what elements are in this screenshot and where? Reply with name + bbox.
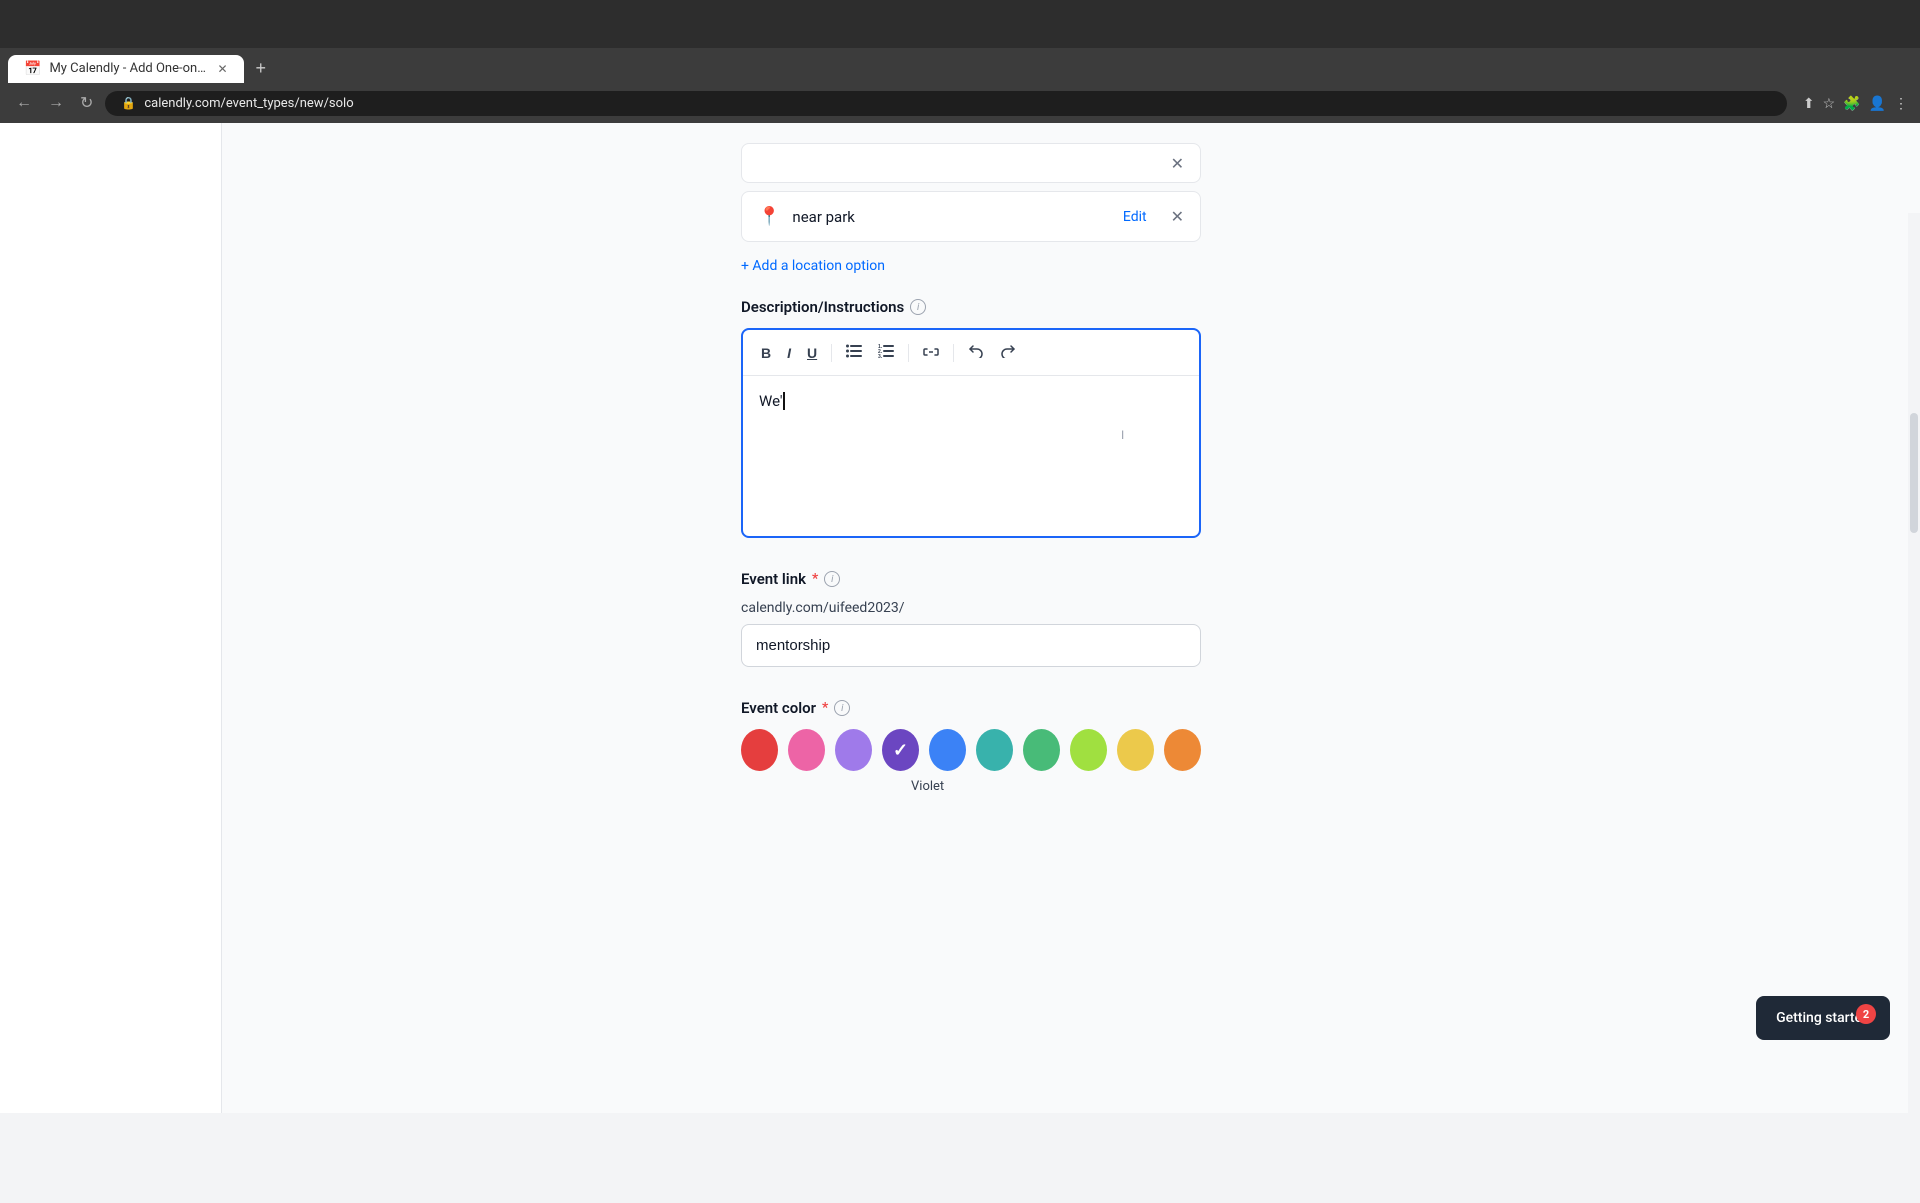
color-swatch-blue[interactable]	[929, 729, 966, 771]
event-color-info-icon[interactable]: i	[834, 700, 850, 716]
active-tab[interactable]: 📅 My Calendly - Add One-on-One ✕	[8, 55, 244, 83]
location-card: 📍 near park Edit ✕	[741, 191, 1201, 242]
text-cursor	[783, 392, 785, 410]
color-swatch-orange[interactable]	[1164, 729, 1201, 771]
event-color-section: Event color * i Violet	[741, 699, 1201, 794]
lock-icon: 🔒	[121, 96, 136, 110]
event-link-section: Event link * i calendly.com/uifeed2023/	[741, 570, 1201, 667]
redo-button[interactable]	[994, 340, 1022, 365]
color-swatch-purple[interactable]	[835, 729, 872, 771]
forward-button[interactable]: →	[44, 90, 68, 116]
underline-button[interactable]: U	[801, 341, 823, 365]
bold-button[interactable]: B	[755, 341, 777, 365]
editor-text: We'	[759, 392, 783, 410]
getting-started-toast[interactable]: Getting started 2	[1756, 996, 1890, 1040]
description-section: Description/Instructions i B I U	[741, 298, 1201, 538]
selected-color-label: Violet	[911, 779, 944, 794]
svg-text:3.: 3.	[878, 354, 883, 358]
top-card-close[interactable]: ✕	[1171, 154, 1184, 173]
add-location-link[interactable]: + Add a location option	[741, 258, 1201, 274]
menu-button[interactable]: ⋮	[1894, 95, 1908, 112]
link-prefix-text: calendly.com/uifeed2023/	[741, 600, 1201, 616]
color-swatch-teal[interactable]	[976, 729, 1013, 771]
tab-close-icon[interactable]: ✕	[217, 62, 227, 76]
location-edit-button[interactable]: Edit	[1123, 209, 1147, 225]
toast-badge: 2	[1856, 1004, 1876, 1024]
event-color-required-star: *	[822, 700, 828, 716]
color-swatch-red[interactable]	[741, 729, 778, 771]
description-info-icon[interactable]: i	[910, 299, 926, 315]
color-swatch-yellow[interactable]	[1117, 729, 1154, 771]
event-link-input[interactable]	[741, 624, 1201, 667]
top-card-partial: ✕	[741, 143, 1201, 183]
undo-button[interactable]	[962, 340, 990, 365]
numbered-list-button[interactable]: 1. 2. 3.	[872, 340, 900, 365]
location-pin-icon: 📍	[758, 206, 780, 227]
toast-wrapper: Getting started 2	[1776, 1010, 1870, 1026]
left-sidebar	[0, 123, 222, 1113]
editor-content-area[interactable]: We' I	[743, 376, 1199, 536]
bookmark-button[interactable]: ☆	[1823, 95, 1836, 112]
right-panel	[1720, 123, 1920, 1113]
color-swatch-lime[interactable]	[1070, 729, 1107, 771]
color-swatch-pink[interactable]	[788, 729, 825, 771]
location-text: near park	[792, 208, 1110, 226]
bullet-list-button[interactable]	[840, 340, 868, 365]
share-button[interactable]: ⬆	[1803, 95, 1815, 112]
toolbar-divider-2	[908, 344, 909, 362]
event-color-label: Event color * i	[741, 699, 1201, 717]
description-label: Description/Instructions i	[741, 298, 1201, 316]
scrollbar-thumb[interactable]	[1910, 413, 1918, 533]
color-label-row: Violet	[741, 779, 1201, 794]
toolbar-divider-1	[831, 344, 832, 362]
color-swatch-green[interactable]	[1023, 729, 1060, 771]
location-close-button[interactable]: ✕	[1171, 207, 1184, 226]
link-button[interactable]	[917, 341, 945, 365]
description-editor[interactable]: B I U	[741, 328, 1201, 538]
tab-title: My Calendly - Add One-on-One	[49, 61, 209, 76]
refresh-button[interactable]: ↻	[76, 89, 97, 117]
event-link-required-star: *	[812, 571, 818, 587]
new-tab-button[interactable]: +	[248, 54, 275, 83]
cursor-position-indicator: I	[1121, 428, 1124, 442]
main-content: ✕ 📍 near park Edit ✕ + Add a location op…	[222, 123, 1720, 1113]
url-text: calendly.com/event_types/new/solo	[144, 96, 353, 111]
color-swatch-violet[interactable]	[882, 729, 919, 771]
event-link-label: Event link * i	[741, 570, 1201, 588]
back-button[interactable]: ←	[12, 90, 36, 116]
address-bar[interactable]: 🔒 calendly.com/event_types/new/solo	[105, 91, 1786, 116]
profile-button[interactable]: 👤	[1869, 95, 1886, 112]
tab-favicon: 📅	[24, 61, 41, 77]
toolbar-divider-3	[953, 344, 954, 362]
editor-toolbar: B I U	[743, 330, 1199, 376]
event-link-info-icon[interactable]: i	[824, 571, 840, 587]
color-swatches-container	[741, 729, 1201, 771]
scrollbar-track[interactable]	[1908, 213, 1920, 1203]
italic-button[interactable]: I	[781, 341, 797, 365]
extensions-button[interactable]: 🧩	[1843, 95, 1860, 112]
